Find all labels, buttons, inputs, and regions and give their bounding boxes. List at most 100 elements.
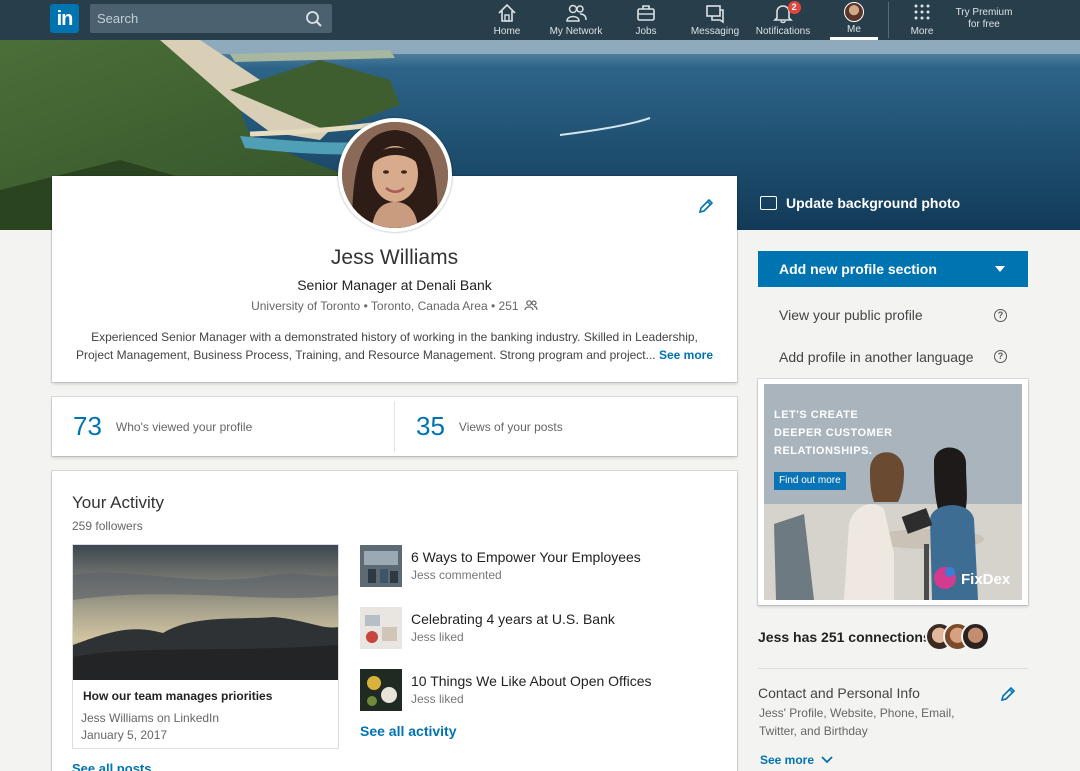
me-avatar (844, 2, 864, 22)
mountain-landscape-image (73, 545, 338, 680)
meta-separator: • (363, 299, 371, 313)
followers-count[interactable]: 259 followers (72, 519, 143, 533)
connections-icon (524, 300, 538, 311)
grid-icon (914, 4, 930, 20)
rail-divider (758, 668, 1028, 669)
ad-cta-button[interactable]: Find out more (774, 472, 846, 490)
ad-brand-name: FixDex (961, 571, 1011, 588)
nav-messaging[interactable]: Messaging (690, 2, 740, 40)
top-nav: in Search Home My Network Jobs Messaging… (0, 0, 1080, 40)
connection-avatar[interactable] (961, 622, 990, 651)
activity-item-title: 10 Things We Like About Open Offices (411, 673, 652, 689)
nav-home[interactable]: Home (489, 2, 525, 40)
ad-headline: LET'S CREATE DEEPER CUSTOMER RELATIONSHI… (774, 406, 934, 460)
network-icon (566, 4, 587, 22)
activity-thumbnail-image (360, 669, 402, 711)
nav-jobs[interactable]: Jobs (628, 2, 664, 40)
photo-icon (760, 196, 777, 210)
ad-headline-line3: RELATIONSHIPS. (774, 445, 873, 457)
chevron-down-icon (821, 756, 834, 764)
messaging-icon (706, 5, 724, 24)
activity-item-title: Celebrating 4 years at U.S. Bank (411, 611, 615, 627)
try-premium-link[interactable]: Try Premium for free (950, 7, 1018, 31)
chevron-down-icon (995, 266, 1005, 272)
nav-divider (888, 2, 889, 38)
advertisement[interactable]: LET'S CREATE DEEPER CUSTOMER RELATIONSHI… (758, 379, 1028, 605)
post-date: January 5, 2017 (81, 728, 168, 742)
activity-thumbnail-image (360, 545, 402, 587)
nav-notifications-label: Notifications (755, 26, 811, 37)
profile-meta: University of Toronto • Toronto, Canada … (52, 299, 737, 313)
post-meta: Jess Williams on LinkedIn January 5, 201… (81, 710, 219, 744)
add-profile-section-label: Add new profile section (779, 261, 937, 277)
view-public-profile-link[interactable]: View your public profile (779, 307, 923, 323)
search-placeholder: Search (97, 11, 139, 26)
help-icon[interactable]: ? (994, 309, 1007, 322)
nav-messaging-label: Messaging (690, 26, 740, 37)
ad-image: LET'S CREATE DEEPER CUSTOMER RELATIONSHI… (764, 384, 1022, 600)
profile-name: Jess Williams (330, 246, 459, 269)
ad-headline-line1: LET'S CREATE (774, 409, 859, 421)
profile-views-count: 73 (73, 411, 102, 441)
briefcase-icon (637, 5, 655, 21)
contact-see-more-label: See more (760, 753, 815, 767)
summary-text: Experienced Senior Manager with a demons… (75, 330, 698, 362)
profile-photo-image (342, 122, 448, 228)
stats-divider (394, 401, 395, 452)
profile-connections-count[interactable]: 251 (499, 299, 519, 313)
post-author: Jess Williams on LinkedIn (81, 711, 220, 725)
notification-badge: 2 (787, 1, 801, 14)
nav-my-network[interactable]: My Network (548, 2, 604, 40)
post-image (73, 545, 338, 680)
nav-home-label: Home (493, 26, 521, 37)
activity-title: Your Activity (72, 493, 164, 512)
activity-item-action: Jess liked (411, 692, 464, 706)
activity-item-action: Jess commented (411, 568, 502, 582)
update-background-photo-button[interactable]: Update background photo (760, 195, 960, 211)
nav-me[interactable]: Me (836, 2, 872, 40)
post-title: How our team manages priorities (83, 689, 273, 703)
profile-views-stat[interactable]: 73 Who's viewed your profile (73, 397, 252, 456)
edit-pencil-icon[interactable] (697, 197, 715, 215)
contact-see-more-button[interactable]: See more (760, 753, 834, 767)
profile-summary: Experienced Senior Manager with a demons… (72, 328, 717, 364)
post-views-label: Views of your posts (458, 419, 563, 434)
add-profile-section-button[interactable]: Add new profile section (758, 251, 1028, 287)
linkedin-logo[interactable]: in (50, 4, 79, 33)
nav-jobs-label: Jobs (635, 26, 657, 37)
meta-separator: • (491, 299, 499, 313)
premium-line2: for free (968, 19, 1000, 30)
see-more-link[interactable]: See more (659, 348, 713, 362)
activity-thumbnail-image (360, 607, 402, 649)
see-all-activity-link[interactable]: See all activity (360, 723, 457, 739)
add-profile-language-link[interactable]: Add profile in another language (779, 349, 974, 365)
activity-item-title: 6 Ways to Empower Your Employees (411, 549, 641, 565)
profile-views-label: Who's viewed your profile (115, 419, 253, 434)
profile-photo[interactable] (338, 118, 452, 232)
fixdex-logo-icon (934, 567, 956, 589)
profile-stats-card: 73 Who's viewed your profile 35 Views of… (52, 397, 737, 456)
connections-summary[interactable]: Jess has 251 connections (758, 629, 931, 645)
profile-headline: Senior Manager at Denali Bank (297, 277, 492, 293)
search-icon[interactable] (305, 10, 323, 28)
nav-my-network-label: My Network (549, 26, 603, 37)
activity-item-action: Jess liked (411, 630, 464, 644)
activity-card: Your Activity 259 followers How our team… (52, 471, 737, 771)
premium-line1: Try Premium (955, 7, 1013, 18)
see-all-posts-link[interactable]: See all posts (72, 761, 151, 771)
nav-notifications[interactable]: 2 Notifications (754, 1, 812, 40)
help-icon[interactable]: ? (994, 350, 1007, 363)
nav-me-label: Me (847, 24, 861, 35)
profile-location: Toronto, Canada Area (370, 299, 488, 313)
ad-headline-line2: DEEPER CUSTOMER (774, 427, 893, 439)
post-views-count: 35 (416, 411, 445, 441)
post-views-stat[interactable]: 35 Views of your posts (416, 397, 563, 456)
nav-more-label: More (910, 26, 934, 37)
search-input[interactable]: Search (90, 4, 332, 33)
nav-more[interactable]: More (904, 2, 940, 40)
featured-post[interactable]: How our team manages priorities Jess Wil… (72, 544, 339, 749)
profile-school[interactable]: University of Toronto (251, 299, 360, 313)
home-icon (498, 3, 516, 22)
edit-contact-pencil-icon[interactable] (999, 685, 1017, 703)
contact-info-title: Contact and Personal Info (758, 685, 920, 701)
